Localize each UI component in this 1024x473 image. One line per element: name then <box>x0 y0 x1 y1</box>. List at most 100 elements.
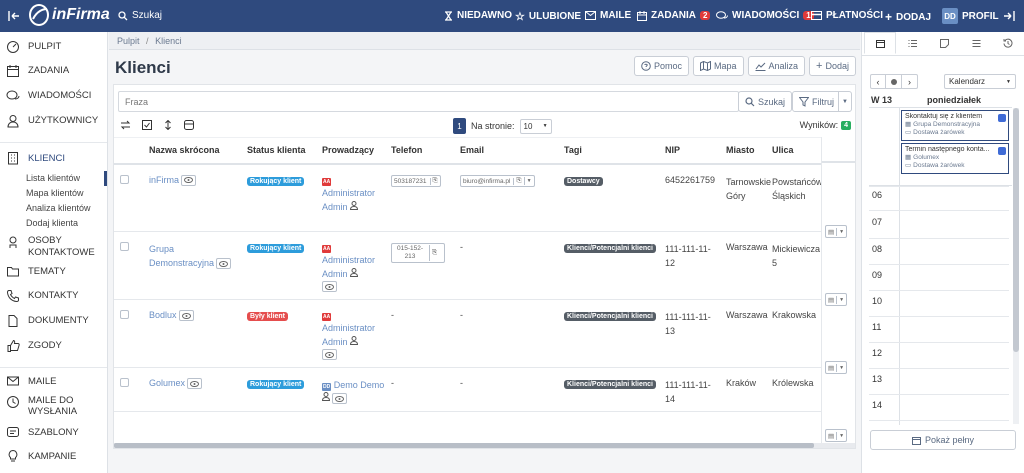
phrase-input[interactable]: Fraza <box>118 91 739 112</box>
horizontal-scrollbar-thumb[interactable] <box>114 443 814 448</box>
row-edit-button[interactable]: ▤ ▼ <box>825 361 848 374</box>
mail-button[interactable]: MAILE <box>585 10 631 21</box>
column-header[interactable]: Nazwa skrócona <box>146 137 244 165</box>
column-header[interactable]: Status klienta <box>244 137 319 165</box>
sidebar-item-maile[interactable]: MAILE <box>0 370 107 392</box>
calendar-scrollbar-thumb[interactable] <box>1013 108 1019 352</box>
calendar-scrollbar[interactable] <box>1013 108 1019 424</box>
preview-eye-icon[interactable] <box>216 258 232 270</box>
client-name-link[interactable]: Bodlux <box>149 310 177 320</box>
sidebar-item-tematy[interactable]: TEMATY <box>0 259 107 283</box>
client-name-link[interactable]: Golumex <box>149 378 185 388</box>
copy-icon[interactable]: ⎘ <box>514 177 525 185</box>
filter-dropdown-button[interactable]: ▼ <box>838 91 852 112</box>
today-button[interactable] <box>886 74 902 89</box>
calendar-event[interactable]: Skontaktuj się z klientem ▦ Grupa Demonst… <box>901 110 1009 141</box>
row-checkbox[interactable] <box>120 378 129 387</box>
preview-eye-icon[interactable] <box>178 310 194 322</box>
sidebar-item-zgody[interactable]: ZGODY <box>0 333 107 358</box>
column-header[interactable]: Telefon <box>388 137 457 165</box>
owner-link[interactable]: Administrator Admin <box>322 255 375 279</box>
breadcrumb-home[interactable]: Pulpit <box>117 36 140 46</box>
calendar-event[interactable]: Termin następnego konta... ▦ Golumex ▭ Dos… <box>901 143 1009 174</box>
sidebar-item-maile-do-wyslania[interactable]: MAILE DO WYSŁANIA <box>0 392 107 420</box>
columns-icon[interactable] <box>184 120 194 130</box>
logout-icon[interactable] <box>1003 10 1015 25</box>
next-day-button[interactable]: › <box>902 74 918 89</box>
sort-arrows-icon[interactable] <box>163 120 173 130</box>
column-header[interactable]: Prowadzący <box>319 137 388 165</box>
checkbox-icon[interactable] <box>142 120 152 130</box>
copy-icon[interactable]: ⎘ <box>431 177 438 185</box>
row-edit-button[interactable]: ▤ ▼ <box>825 225 848 238</box>
calendar-view-select[interactable]: Kalendarz ▼ <box>944 74 1016 89</box>
preview-eye-icon[interactable] <box>322 281 337 293</box>
table-row[interactable]: Golumex Rokujący klient DD Demo Demo - -… <box>114 367 829 412</box>
preview-eye-icon[interactable] <box>187 378 203 390</box>
map-button[interactable]: Mapa <box>693 56 744 76</box>
tasks-button[interactable]: ZADANIA 2 <box>637 10 711 21</box>
tab-history[interactable] <box>992 32 1024 54</box>
sidebar-item-kontakty[interactable]: KONTAKTY <box>0 283 107 308</box>
recent-button[interactable]: NIEDAWNO <box>444 10 512 21</box>
phone-box[interactable]: 015-152-213 ⎘ <box>391 243 445 263</box>
sidebar-sub-mapa-klientow[interactable]: Mapa klientów <box>0 186 107 201</box>
add-client-button[interactable]: + Dodaj <box>809 56 856 76</box>
sidebar-item-kampanie[interactable]: KAMPANIE <box>0 444 107 468</box>
refresh-arrows-icon[interactable] <box>120 120 131 130</box>
sidebar-item-osoby-kontaktowe[interactable]: OSOBY KONTAKTOWE <box>0 231 107 259</box>
tab-calendar[interactable] <box>864 32 896 54</box>
sidebar-item-zadania[interactable]: ZADANIA <box>0 58 107 83</box>
analysis-button[interactable]: Analiza <box>747 56 806 76</box>
copy-icon[interactable]: ⎘ <box>430 249 437 257</box>
sidebar-sub-dodaj-klienta[interactable]: Dodaj klienta <box>0 216 107 231</box>
tab-list[interactable] <box>960 32 992 54</box>
preview-eye-icon[interactable] <box>322 349 337 361</box>
favorites-button[interactable]: ☆ ULUBIONE <box>515 10 581 23</box>
sidebar-sub-lista-klientow[interactable]: Lista klientów <box>0 171 107 186</box>
logo[interactable]: inFirma <box>28 3 110 27</box>
owner-link[interactable]: Demo Demo <box>334 380 385 390</box>
sidebar-item-klienci[interactable]: KLIENCI <box>0 145 107 171</box>
messages-button[interactable]: WIADOMOŚCI 1 <box>716 10 814 21</box>
tab-notes[interactable] <box>928 32 960 54</box>
caret-down-icon[interactable]: ▼ <box>525 178 532 184</box>
sidebar-item-pulpit[interactable]: PULPIT <box>0 34 107 58</box>
sidebar-item-szablony[interactable]: SZABLONY <box>0 420 107 444</box>
help-button[interactable]: Pomoc <box>633 56 689 76</box>
search-button[interactable]: Szukaj <box>118 10 162 21</box>
per-page-select[interactable]: 10 ▼ <box>519 118 552 134</box>
page-number-button[interactable]: 1 <box>453 118 466 134</box>
client-name-link[interactable]: inFirma <box>149 175 179 185</box>
row-checkbox[interactable] <box>120 174 129 184</box>
row-edit-button[interactable]: ▤ ▼ <box>825 293 848 306</box>
column-header[interactable]: NIP <box>662 137 723 165</box>
preview-eye-icon[interactable] <box>332 393 347 405</box>
sidebar-item-wiadomosci[interactable]: WIADOMOŚCI <box>0 83 107 108</box>
client-name-link[interactable]: Grupa Demonstracyjna <box>149 244 214 268</box>
row-checkbox[interactable] <box>120 310 129 319</box>
row-checkbox[interactable] <box>120 242 129 251</box>
sidebar-item-uzytkownicy[interactable]: UŻYTKOWNICY <box>0 108 107 133</box>
table-row[interactable]: Bodlux Były klient AA Administrator Admin… <box>114 299 829 368</box>
calendar-hours-grid[interactable]: 06 07 08 09 10 11 12 13 14 <box>862 186 1012 425</box>
show-full-button[interactable]: Pokaż pełny <box>870 430 1016 450</box>
prev-day-button[interactable]: ‹ <box>870 74 886 89</box>
owner-link[interactable]: Administrator Admin <box>322 188 375 212</box>
horizontal-scrollbar[interactable] <box>114 443 855 448</box>
collapse-sidebar-icon[interactable] <box>8 10 20 25</box>
sidebar-sub-analiza-klientow[interactable]: Analiza klientów <box>0 201 107 216</box>
tab-task-list[interactable] <box>896 32 928 54</box>
payments-button[interactable]: PŁATNOŚCI <box>811 10 883 21</box>
email-box[interactable]: biuro@infirma.pl ⎘ ▼ <box>460 175 535 187</box>
search-button[interactable]: Szukaj <box>738 91 793 112</box>
owner-link[interactable]: Administrator Admin <box>322 323 375 347</box>
column-header[interactable]: Tagi <box>561 137 662 165</box>
table-row[interactable]: Grupa Demonstracyjna Rokujący klient AA A… <box>114 231 829 300</box>
add-button[interactable]: + DODAJ <box>885 10 931 24</box>
column-header[interactable]: Ulica <box>769 137 829 165</box>
profile-button[interactable]: DD PROFIL <box>942 8 999 24</box>
row-edit-button[interactable]: ▤ ▼ <box>825 429 848 442</box>
phone-box[interactable]: 503187231 ⎘ <box>391 175 441 187</box>
sidebar-item-dokumenty[interactable]: DOKUMENTY <box>0 308 107 333</box>
